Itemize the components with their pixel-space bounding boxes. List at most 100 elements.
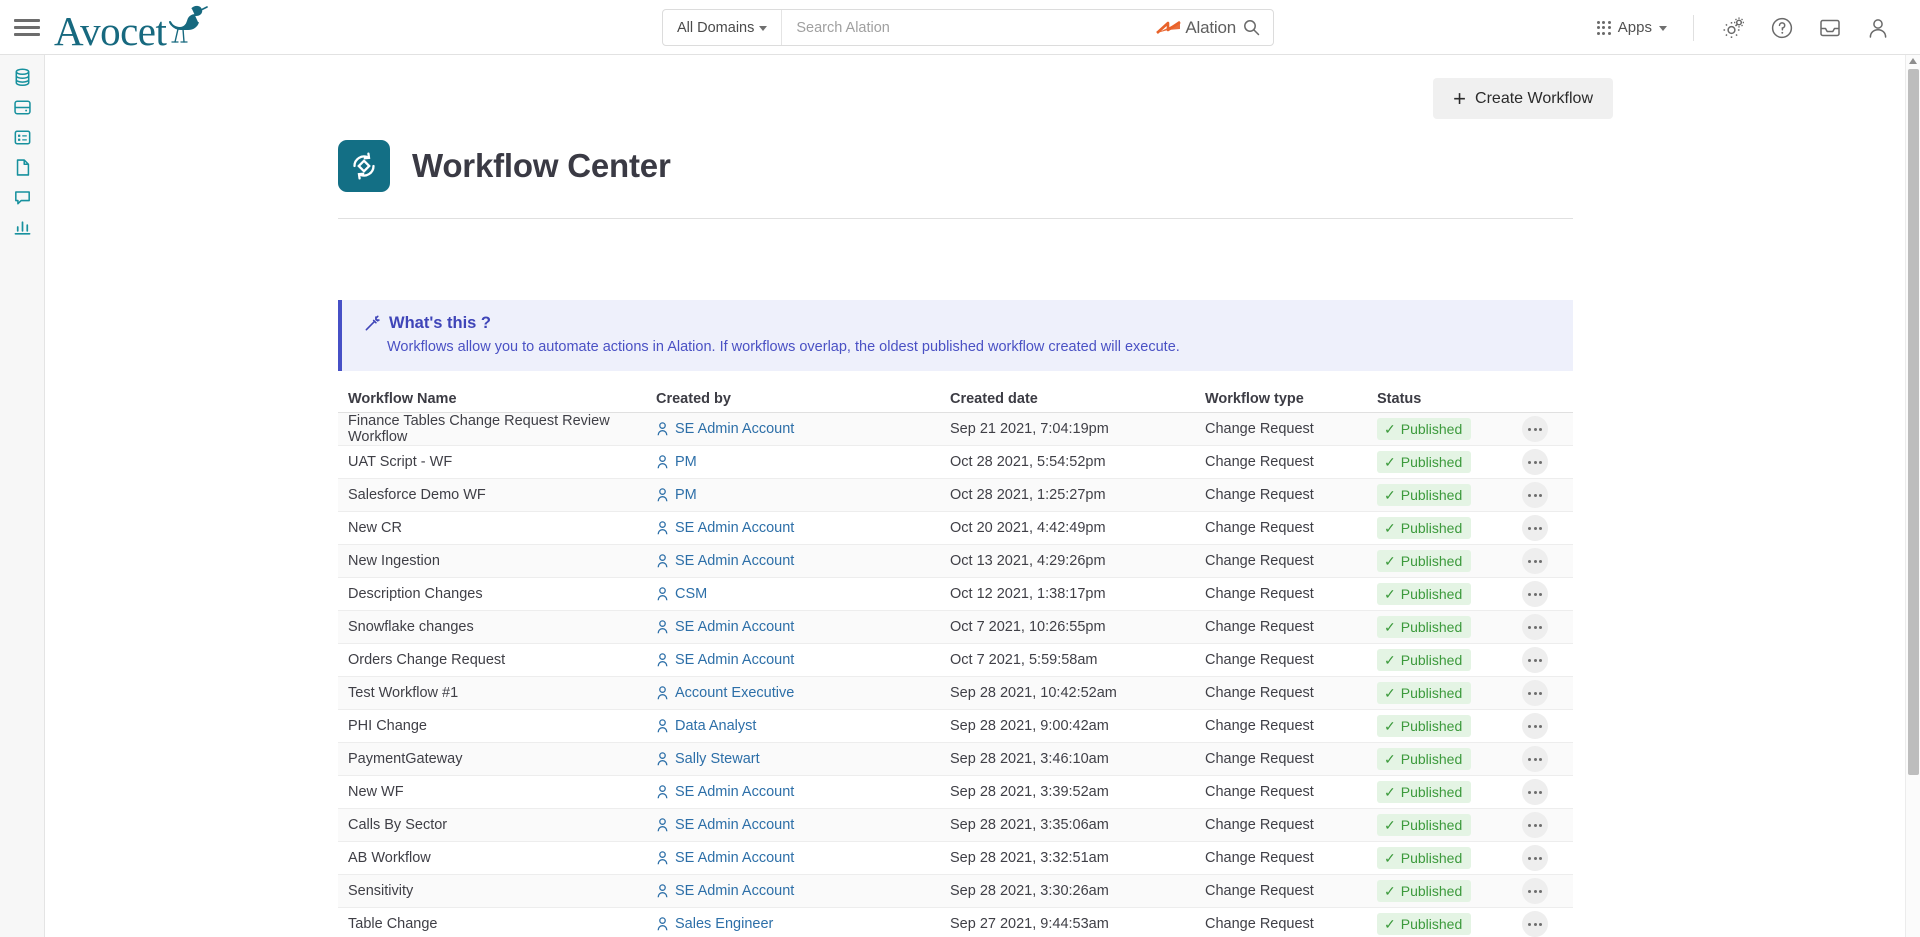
check-icon: ✓ bbox=[1384, 817, 1396, 833]
create-workflow-button[interactable]: + Create Workflow bbox=[1433, 78, 1613, 119]
table-row[interactable]: New WF SE Admin Account Sep 28 2021, 3:39:… bbox=[338, 776, 1573, 809]
alation-product-logo[interactable]: Alation bbox=[1156, 18, 1273, 38]
cell-workflow-name[interactable]: PaymentGateway bbox=[338, 751, 656, 767]
cell-workflow-name[interactable]: Calls By Sector bbox=[338, 817, 656, 833]
overflow-menu-icon[interactable] bbox=[1522, 416, 1548, 442]
cell-workflow-name[interactable]: New CR bbox=[338, 520, 656, 536]
user-profile-icon[interactable] bbox=[1865, 15, 1891, 41]
search-input[interactable] bbox=[782, 10, 1157, 45]
table-row[interactable]: Salesforce Demo WF PM Oct 28 2021, 1:25:27… bbox=[338, 479, 1573, 512]
column-header-status[interactable]: Status bbox=[1377, 391, 1497, 407]
hamburger-menu-icon[interactable] bbox=[14, 17, 40, 37]
cell-workflow-name[interactable]: PHI Change bbox=[338, 718, 656, 734]
cell-actions bbox=[1497, 614, 1573, 640]
cell-workflow-name[interactable]: Finance Tables Change Request Review Wor… bbox=[338, 413, 656, 445]
column-header-created-date[interactable]: Created date bbox=[950, 391, 1205, 407]
cell-workflow-name[interactable]: New WF bbox=[338, 784, 656, 800]
column-header-created-by[interactable]: Created by bbox=[656, 391, 950, 407]
cell-workflow-name[interactable]: Snowflake changes bbox=[338, 619, 656, 635]
overflow-menu-icon[interactable] bbox=[1522, 449, 1548, 475]
cell-created-by: SE Admin Account bbox=[656, 883, 950, 899]
cell-workflow-name[interactable]: UAT Script - WF bbox=[338, 454, 656, 470]
overflow-menu-icon[interactable] bbox=[1522, 812, 1548, 838]
domain-filter-select[interactable]: All Domains bbox=[663, 10, 783, 45]
overflow-menu-icon[interactable] bbox=[1522, 647, 1548, 673]
cell-workflow-name[interactable]: Table Change bbox=[338, 916, 656, 932]
overflow-menu-icon[interactable] bbox=[1522, 878, 1548, 904]
table-row[interactable]: New Ingestion SE Admin Account Oct 13 2021… bbox=[338, 545, 1573, 578]
settings-gears-icon[interactable] bbox=[1721, 15, 1747, 41]
created-by-link[interactable]: SE Admin Account bbox=[675, 784, 794, 800]
created-by-link[interactable]: SE Admin Account bbox=[675, 421, 794, 437]
status-badge: ✓ Published bbox=[1377, 418, 1472, 440]
person-icon bbox=[657, 554, 668, 568]
cell-status: ✓ Published bbox=[1377, 847, 1497, 869]
cell-actions bbox=[1497, 581, 1573, 607]
table-row[interactable]: Calls By Sector SE Admin Account Sep 28 20… bbox=[338, 809, 1573, 842]
created-by-link[interactable]: Account Executive bbox=[675, 685, 794, 701]
cell-workflow-name[interactable]: Orders Change Request bbox=[338, 652, 656, 668]
overflow-menu-icon[interactable] bbox=[1522, 515, 1548, 541]
cell-workflow-name[interactable]: Sensitivity bbox=[338, 883, 656, 899]
cell-workflow-name[interactable]: Description Changes bbox=[338, 586, 656, 602]
table-row[interactable]: AB Workflow SE Admin Account Sep 28 2021, … bbox=[338, 842, 1573, 875]
sidebar-item-articles[interactable] bbox=[0, 152, 45, 182]
created-by-link[interactable]: SE Admin Account bbox=[675, 619, 794, 635]
column-header-workflow-name[interactable]: Workflow Name bbox=[338, 391, 656, 407]
column-header-workflow-type[interactable]: Workflow type bbox=[1205, 391, 1377, 407]
created-by-link[interactable]: Data Analyst bbox=[675, 718, 756, 734]
help-question-icon[interactable] bbox=[1769, 15, 1795, 41]
scrollbar-thumb[interactable] bbox=[1908, 69, 1919, 775]
table-row[interactable]: Test Workflow #1 Account Executive Sep 28 … bbox=[338, 677, 1573, 710]
overflow-menu-icon[interactable] bbox=[1522, 845, 1548, 871]
sidebar-item-analytics[interactable] bbox=[0, 212, 45, 242]
cell-workflow-name[interactable]: New Ingestion bbox=[338, 553, 656, 569]
status-label: Published bbox=[1400, 751, 1463, 767]
table-row[interactable]: Sensitivity SE Admin Account Sep 28 2021, … bbox=[338, 875, 1573, 908]
sidebar-item-sources[interactable] bbox=[0, 62, 45, 92]
inbox-icon[interactable] bbox=[1817, 15, 1843, 41]
overflow-menu-icon[interactable] bbox=[1522, 548, 1548, 574]
created-by-link[interactable]: CSM bbox=[675, 586, 707, 602]
created-by-link[interactable]: SE Admin Account bbox=[675, 883, 794, 899]
sidebar-item-conversations[interactable] bbox=[0, 182, 45, 212]
cell-workflow-name[interactable]: Salesforce Demo WF bbox=[338, 487, 656, 503]
overflow-menu-icon[interactable] bbox=[1522, 482, 1548, 508]
created-by-link[interactable]: SE Admin Account bbox=[675, 817, 794, 833]
overflow-menu-icon[interactable] bbox=[1522, 680, 1548, 706]
table-row[interactable]: Snowflake changes SE Admin Account Oct 7 2… bbox=[338, 611, 1573, 644]
page-scrollbar[interactable] bbox=[1905, 55, 1920, 937]
overflow-menu-icon[interactable] bbox=[1522, 746, 1548, 772]
table-row[interactable]: Finance Tables Change Request Review Wor… bbox=[338, 413, 1573, 446]
table-row[interactable]: Orders Change Request SE Admin Account Oct… bbox=[338, 644, 1573, 677]
created-by-link[interactable]: SE Admin Account bbox=[675, 652, 794, 668]
table-row[interactable]: Table Change Sales Engineer Sep 27 2021, 9… bbox=[338, 908, 1573, 937]
created-by-link[interactable]: SE Admin Account bbox=[675, 520, 794, 536]
created-by-link[interactable]: SE Admin Account bbox=[675, 553, 794, 569]
cell-actions bbox=[1497, 449, 1573, 475]
table-row[interactable]: PHI Change Data Analyst Sep 28 2021, 9:00:… bbox=[338, 710, 1573, 743]
table-row[interactable]: Description Changes CSM Oct 12 2021, 1:38:… bbox=[338, 578, 1573, 611]
apps-menu-button[interactable]: Apps bbox=[1596, 19, 1689, 36]
scroll-up-arrow-icon[interactable] bbox=[1909, 58, 1917, 64]
table-row[interactable]: New CR SE Admin Account Oct 20 2021, 4:42:… bbox=[338, 512, 1573, 545]
created-by-link[interactable]: PM bbox=[675, 454, 697, 470]
created-by-link[interactable]: Sales Engineer bbox=[675, 916, 773, 932]
overflow-menu-icon[interactable] bbox=[1522, 581, 1548, 607]
overflow-menu-icon[interactable] bbox=[1522, 779, 1548, 805]
sidebar-item-tables[interactable] bbox=[0, 122, 45, 152]
status-label: Published bbox=[1400, 817, 1463, 833]
brand-logo[interactable]: Avocet bbox=[54, 5, 209, 52]
cell-workflow-name[interactable]: Test Workflow #1 bbox=[338, 685, 656, 701]
overflow-menu-icon[interactable] bbox=[1522, 614, 1548, 640]
created-by-link[interactable]: SE Admin Account bbox=[675, 850, 794, 866]
overflow-menu-icon[interactable] bbox=[1522, 911, 1548, 937]
created-by-link[interactable]: PM bbox=[675, 487, 697, 503]
cell-workflow-name[interactable]: AB Workflow bbox=[338, 850, 656, 866]
created-by-link[interactable]: Sally Stewart bbox=[675, 751, 760, 767]
overflow-menu-icon[interactable] bbox=[1522, 713, 1548, 739]
table-row[interactable]: UAT Script - WF PM Oct 28 2021, 5:54:52pm C… bbox=[338, 446, 1573, 479]
sidebar-item-servers[interactable] bbox=[0, 92, 45, 122]
table-row[interactable]: PaymentGateway Sally Stewart Sep 28 2021, … bbox=[338, 743, 1573, 776]
database-icon bbox=[15, 68, 30, 86]
